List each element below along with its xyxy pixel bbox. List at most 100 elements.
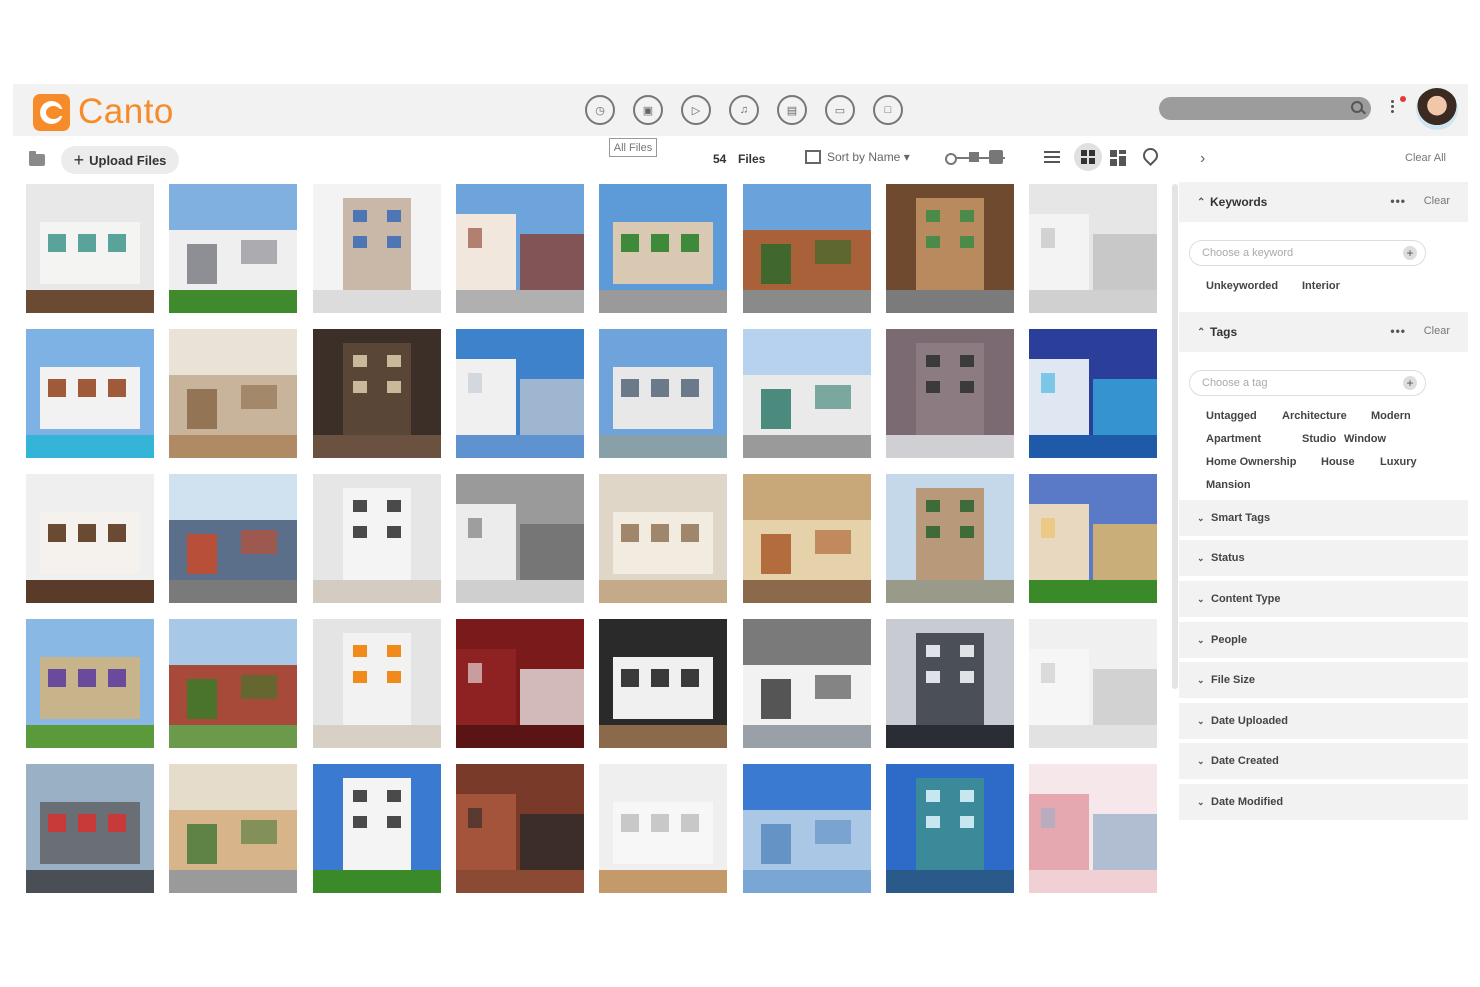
tag-chip[interactable]: Modern	[1371, 410, 1411, 422]
asset-thumbnail-grey-lounge[interactable]	[885, 329, 1014, 458]
canto-app: Canto ◷ ▣ ▷ ♫ ▤ ▭ □ + Upload Files All F…	[13, 84, 1468, 902]
tag-chip[interactable]: Studio	[1302, 433, 1336, 445]
chevron-down-icon: ⌄	[1197, 755, 1205, 766]
asset-thumbnail-night-villa[interactable]	[1029, 329, 1158, 458]
asset-thumbnail-autumn-house[interactable]	[169, 474, 298, 603]
asset-thumbnail-stone-cottage[interactable]	[26, 619, 154, 748]
map-pin-icon[interactable]	[1139, 144, 1162, 167]
asset-thumbnail-kitchen-teal-island[interactable]	[26, 184, 154, 313]
file-icon[interactable]: □	[873, 95, 903, 125]
asset-thumbnail-spanish-facade[interactable]	[455, 184, 584, 313]
presentation-icon[interactable]: ▭	[825, 95, 855, 125]
list-view-icon[interactable]	[1044, 151, 1060, 165]
asset-thumbnail-blue-skyscraper[interactable]	[742, 764, 871, 893]
keywords-section-header[interactable]: ⌃ Keywords ••• Clear	[1179, 182, 1468, 222]
asset-thumbnail-pink-tower[interactable]	[1029, 764, 1158, 893]
asset-thumbnail-dining-chandelier[interactable]	[599, 474, 728, 603]
asset-thumbnail-glass-interior[interactable]	[599, 619, 728, 748]
tags-section-header[interactable]: ⌃ Tags ••• Clear	[1179, 312, 1468, 352]
music-icon[interactable]: ♫	[729, 95, 759, 125]
date-modified-section[interactable]: ⌄ Date Modified	[1179, 784, 1468, 820]
asset-thumbnail-balcony-tower[interactable]	[26, 764, 154, 893]
scope-label[interactable]: All Files	[609, 138, 657, 157]
asset-thumbnail-modern-kitchen-dark[interactable]	[885, 619, 1014, 748]
content-type-section[interactable]: ⌄ Content Type	[1179, 581, 1468, 617]
add-tag-icon[interactable]: +	[1403, 376, 1417, 390]
tag-chip[interactable]: Window	[1344, 433, 1386, 445]
tag-input[interactable]: Choose a tag +	[1189, 370, 1426, 396]
date-uploaded-section[interactable]: ⌄ Date Uploaded	[1179, 703, 1468, 739]
tag-chip[interactable]: Architecture	[1282, 410, 1347, 422]
asset-thumbnail-apartment-block[interactable]	[742, 329, 871, 458]
tag-chip[interactable]: Untagged	[1206, 410, 1257, 422]
keyword-input[interactable]: Choose a keyword +	[1189, 240, 1426, 266]
keyword-chip[interactable]: Interior	[1302, 280, 1340, 292]
keywords-clear-link[interactable]: Clear	[1424, 195, 1450, 207]
search-input[interactable]	[1159, 97, 1371, 120]
asset-thumbnail-wood-patio[interactable]	[885, 184, 1014, 313]
tag-chip[interactable]: Apartment	[1206, 433, 1261, 445]
asset-thumbnail-white-loft[interactable]	[1029, 184, 1158, 313]
asset-thumbnail-bathroom-tub[interactable]	[455, 474, 584, 603]
upload-files-button[interactable]: + Upload Files	[61, 146, 179, 174]
asset-thumbnail-white-blocks[interactable]	[312, 764, 441, 893]
more-menu-icon[interactable]	[1391, 98, 1395, 120]
asset-thumbnail-bright-lounge[interactable]	[312, 474, 441, 603]
asset-thumbnail-orange-sofa[interactable]	[312, 619, 441, 748]
canto-logo[interactable]: Canto	[33, 92, 174, 132]
asset-thumbnail-rooftop-modern[interactable]	[599, 329, 728, 458]
tag-chip[interactable]: Luxury	[1380, 456, 1417, 468]
asset-thumbnail-marble-kitchen[interactable]	[26, 474, 154, 603]
video-icon[interactable]: ▷	[681, 95, 711, 125]
keywords-more-icon[interactable]: •••	[1390, 194, 1406, 208]
thumbnail-size-slider[interactable]	[945, 150, 1009, 166]
image-icon[interactable]: ▣	[633, 95, 663, 125]
people-section[interactable]: ⌄ People	[1179, 622, 1468, 658]
asset-thumbnail-red-bathroom[interactable]	[455, 619, 584, 748]
smart-tags-section[interactable]: ⌄ Smart Tags	[1179, 500, 1468, 536]
chevron-down-icon: ⌄	[1197, 552, 1205, 563]
date-created-section[interactable]: ⌄ Date Created	[1179, 743, 1468, 779]
add-keyword-icon[interactable]: +	[1403, 246, 1417, 260]
asset-thumbnail-corridor-view[interactable]	[169, 764, 298, 893]
asset-thumbnail-suburban-house[interactable]	[169, 184, 298, 313]
asset-thumbnail-handshake-couple[interactable]	[312, 184, 441, 313]
asset-thumbnail-fire-escape[interactable]	[455, 764, 584, 893]
tags-clear-link[interactable]: Clear	[1424, 325, 1450, 337]
folder-icon[interactable]	[29, 151, 45, 166]
mosaic-view-icon[interactable]	[1110, 150, 1126, 166]
asset-thumbnail-living-room-warm[interactable]	[169, 329, 298, 458]
keyword-input-placeholder: Choose a keyword	[1202, 247, 1294, 259]
document-icon[interactable]: ▤	[777, 95, 807, 125]
clock-icon[interactable]: ◷	[585, 95, 615, 125]
asset-thumbnail-brick-house[interactable]	[169, 619, 298, 748]
chevron-right-icon[interactable]: ›	[1200, 150, 1205, 168]
file-size-section[interactable]: ⌄ File Size	[1179, 662, 1468, 698]
tags-more-icon[interactable]: •••	[1390, 324, 1406, 338]
search-icon[interactable]	[1351, 101, 1363, 113]
asset-thumbnail-white-tower[interactable]	[455, 329, 584, 458]
asset-thumbnail-round-window-bedroom[interactable]	[742, 619, 871, 748]
status-section[interactable]: ⌄ Status	[1179, 540, 1468, 576]
tag-chip[interactable]: Mansion	[1206, 479, 1251, 491]
library-toolbar: + Upload Files All Files 54 Files Sort b…	[13, 136, 1468, 182]
asset-thumbnail-glass-tower[interactable]	[885, 764, 1014, 893]
asset-thumbnail-dark-kitchen[interactable]	[312, 329, 441, 458]
asset-thumbnail-stone-villa[interactable]	[885, 474, 1014, 603]
clear-all-link[interactable]: Clear All	[1405, 152, 1446, 164]
sort-dropdown[interactable]: Sort by Name ▾	[805, 150, 910, 164]
asset-thumbnail-street-palms[interactable]	[599, 184, 728, 313]
grid-scrollbar[interactable]	[1172, 184, 1178, 689]
asset-thumbnail-atrium-living[interactable]	[742, 474, 871, 603]
asset-thumbnail-white-kitchen[interactable]	[1029, 619, 1158, 748]
grid-view-icon[interactable]	[1074, 143, 1102, 171]
asset-thumbnail-empty-room[interactable]	[599, 764, 728, 893]
asset-thumbnail-pool-house[interactable]	[26, 329, 154, 458]
keyword-chip[interactable]: Unkeyworded	[1206, 280, 1278, 292]
asset-thumbnail-dusk-house[interactable]	[1029, 474, 1158, 603]
filter-panel: ⌃ Keywords ••• Clear Choose a keyword + …	[1179, 182, 1468, 902]
asset-thumbnail-palm-building[interactable]	[742, 184, 871, 313]
tag-chip[interactable]: Home Ownership	[1206, 456, 1296, 468]
user-avatar[interactable]	[1416, 88, 1458, 130]
tag-chip[interactable]: House	[1321, 456, 1355, 468]
